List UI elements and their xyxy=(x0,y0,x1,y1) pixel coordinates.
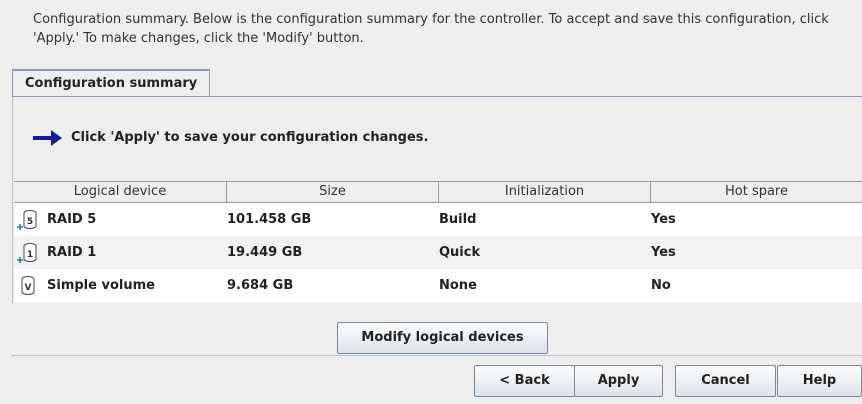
column-header-hot-spare[interactable]: Hot spare xyxy=(651,182,862,202)
device-name: RAID 1 xyxy=(47,245,97,260)
simple-volume-glyph: V xyxy=(25,283,32,293)
device-size: 101.458 GB xyxy=(227,212,312,227)
cancel-button[interactable]: Cancel xyxy=(675,365,776,397)
device-initialization: None xyxy=(439,278,477,293)
raid-5-icon: 5 xyxy=(15,207,41,233)
apply-button[interactable]: Apply xyxy=(574,365,663,397)
tab-configuration-summary[interactable]: Configuration summary xyxy=(12,69,211,97)
logical-device-table: Logical device Size Initialization Hot s… xyxy=(14,181,862,302)
arrow-right-icon xyxy=(33,130,62,146)
apply-message: Click 'Apply' to save your configuration… xyxy=(71,130,429,145)
device-initialization: Build xyxy=(439,212,477,227)
modify-logical-devices-button[interactable]: Modify logical devices xyxy=(337,322,548,354)
table-row[interactable]: 1 RAID 1 19.449 GB Quick Yes xyxy=(14,236,862,269)
device-hot-spare: Yes xyxy=(651,212,676,227)
raid-5-glyph: 5 xyxy=(27,217,33,227)
column-header-logical-device[interactable]: Logical device xyxy=(14,182,227,202)
column-header-initialization[interactable]: Initialization xyxy=(439,182,651,202)
back-button[interactable]: < Back xyxy=(474,365,575,397)
device-initialization: Quick xyxy=(439,245,481,260)
device-size: 19.449 GB xyxy=(227,245,303,260)
device-size: 9.684 GB xyxy=(227,278,294,293)
column-header-size[interactable]: Size xyxy=(227,182,439,202)
help-button[interactable]: Help xyxy=(777,365,862,397)
table-row[interactable]: 5 RAID 5 101.458 GB Build Yes xyxy=(14,203,862,236)
raid-1-glyph: 1 xyxy=(27,250,33,260)
intro-text: Configuration summary. Below is the conf… xyxy=(33,12,829,46)
raid-1-icon: 1 xyxy=(15,240,41,266)
device-hot-spare: No xyxy=(651,278,671,293)
table-header: Logical device Size Initialization Hot s… xyxy=(14,181,862,203)
device-name: RAID 5 xyxy=(47,212,97,227)
table-row[interactable]: V Simple volume 9.684 GB None No xyxy=(14,269,862,302)
device-name: Simple volume xyxy=(47,278,155,293)
simple-volume-icon: V xyxy=(15,273,41,299)
device-hot-spare: Yes xyxy=(651,245,676,260)
